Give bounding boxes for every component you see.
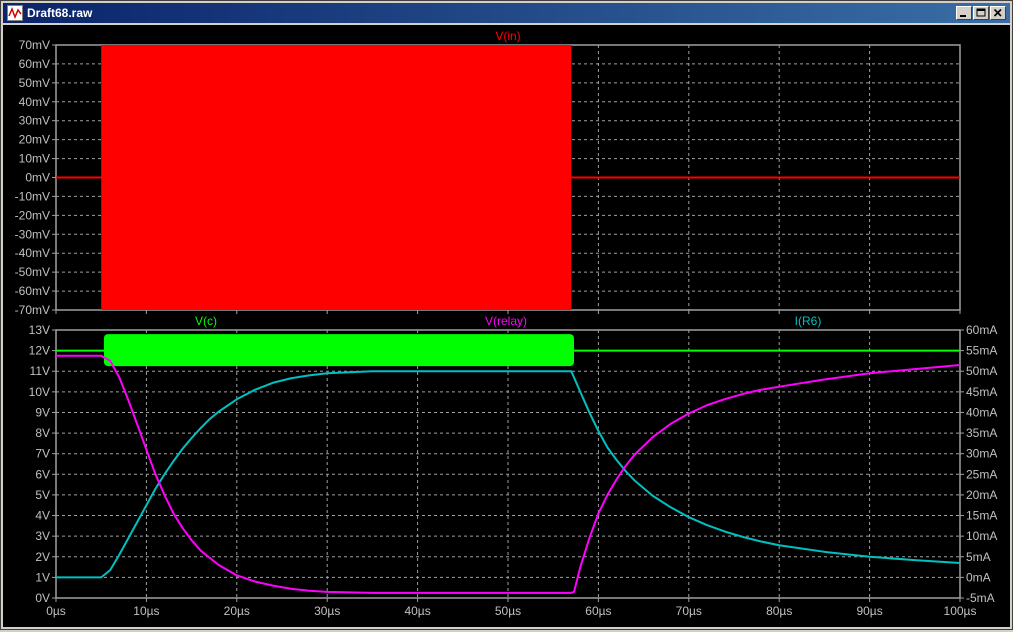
y2-tick-label: 5mA <box>966 550 991 564</box>
maximize-icon <box>976 8 986 17</box>
y-tick-label: 40mV <box>19 95 50 109</box>
y-tick-label: 1V <box>35 570 50 584</box>
trace-label-vin: V(in) <box>495 29 520 43</box>
y2-tick-label: -5mA <box>966 591 995 605</box>
y-tick-label: -70mV <box>15 303 50 317</box>
plot-area[interactable]: 70mV 60mV 50mV 40mV 30mV 20mV 10mV 0mV -10mV -20m… <box>3 25 1010 627</box>
y2-tick-label: 55mA <box>966 344 997 358</box>
x-tick-label: 10µs <box>133 604 159 618</box>
y2-tick-label: 30mA <box>966 447 997 461</box>
y2-tick-label: 25mA <box>966 467 997 481</box>
y2-tick-label: 15mA <box>966 509 997 523</box>
y-tick-label: -60mV <box>15 284 50 298</box>
y2-tick-label: 10mA <box>966 529 997 543</box>
y-tick-label: -20mV <box>15 208 50 222</box>
y-tick-label: 2V <box>35 550 50 564</box>
y-tick-label: 4V <box>35 509 50 523</box>
y-tick-label: -50mV <box>15 265 50 279</box>
y-tick-label: 50mV <box>19 76 50 90</box>
series-vin-burst <box>101 45 572 310</box>
y-tick-label: 30mV <box>19 114 50 128</box>
y-tick-label: 10mV <box>19 152 50 166</box>
y2-tick-label: 0mA <box>966 570 991 584</box>
y-tick-label: 9V <box>35 405 50 419</box>
series-vc-oscillation <box>103 334 574 367</box>
maximize-button[interactable] <box>973 6 989 20</box>
y2-tick-label: 60mA <box>966 323 997 337</box>
y-tick-label: -30mV <box>15 227 50 241</box>
bottom-pane-vc-vrelay-ir6[interactable]: 13V 12V 11V 10V 9V 8V 7V 6V 5V 4V 3V 2V 1V 0V 60mA 55mA… <box>29 314 998 618</box>
trace-label-vc: V(c) <box>195 314 217 328</box>
x-tick-label: 70µs <box>676 604 702 618</box>
y2-tick-label: 45mA <box>966 385 997 399</box>
window-title: Draft68.raw <box>27 6 93 20</box>
y-tick-label: 0mV <box>25 171 50 185</box>
minimize-button[interactable] <box>956 6 972 20</box>
x-tick-label: 50µs <box>495 604 521 618</box>
close-button[interactable] <box>990 6 1006 20</box>
y-tick-label: 70mV <box>19 38 50 52</box>
y-tick-label: 0V <box>35 591 50 605</box>
top-pane-vin[interactable]: 70mV 60mV 50mV 40mV 30mV 20mV 10mV 0mV -10mV -20m… <box>15 29 961 317</box>
x-tick-label: 40µs <box>404 604 430 618</box>
y2-tick-label: 20mA <box>966 488 997 502</box>
x-tick-label: 0µs <box>46 604 66 618</box>
y-tick-label: 20mV <box>19 133 50 147</box>
y2-tick-label: 35mA <box>966 426 997 440</box>
x-tick-label: 60µs <box>585 604 611 618</box>
x-tick-label: 80µs <box>766 604 792 618</box>
y-tick-label: 3V <box>35 529 50 543</box>
waveform-plots[interactable]: 70mV 60mV 50mV 40mV 30mV 20mV 10mV 0mV -10mV -20m… <box>3 25 1010 627</box>
y-tick-label: 8V <box>35 426 50 440</box>
title-bar[interactable]: Draft68.raw <box>3 3 1010 23</box>
y-tick-label: 5V <box>35 488 50 502</box>
x-tick-label: 90µs <box>856 604 882 618</box>
minimize-icon <box>960 15 966 17</box>
y-tick-label: 11V <box>30 364 50 378</box>
x-tick-label: 20µs <box>224 604 250 618</box>
y-tick-label: 10V <box>29 385 50 399</box>
trace-label-vrelay: V(relay) <box>485 314 527 328</box>
y-tick-label: 60mV <box>19 57 50 71</box>
y-tick-label: -10mV <box>15 189 50 203</box>
waveform-viewer-window: Draft68.raw 70mV 60mV 50mV 40mV 30mV 20mV 10mV… <box>0 0 1013 630</box>
y-tick-label: 7V <box>35 447 50 461</box>
y-tick-label: 12V <box>29 344 50 358</box>
y-tick-label: 6V <box>35 467 50 481</box>
y-tick-label: 13V <box>29 323 50 337</box>
x-tick-label: 30µs <box>314 604 340 618</box>
y2-tick-label: 40mA <box>966 405 997 419</box>
close-icon <box>993 8 1002 17</box>
y-tick-label: -40mV <box>15 246 50 260</box>
waveform-app-icon <box>7 5 23 21</box>
trace-label-ir6: I(R6) <box>795 314 822 328</box>
x-tick-label: 100µs <box>944 604 977 618</box>
y2-tick-label: 50mA <box>966 364 997 378</box>
